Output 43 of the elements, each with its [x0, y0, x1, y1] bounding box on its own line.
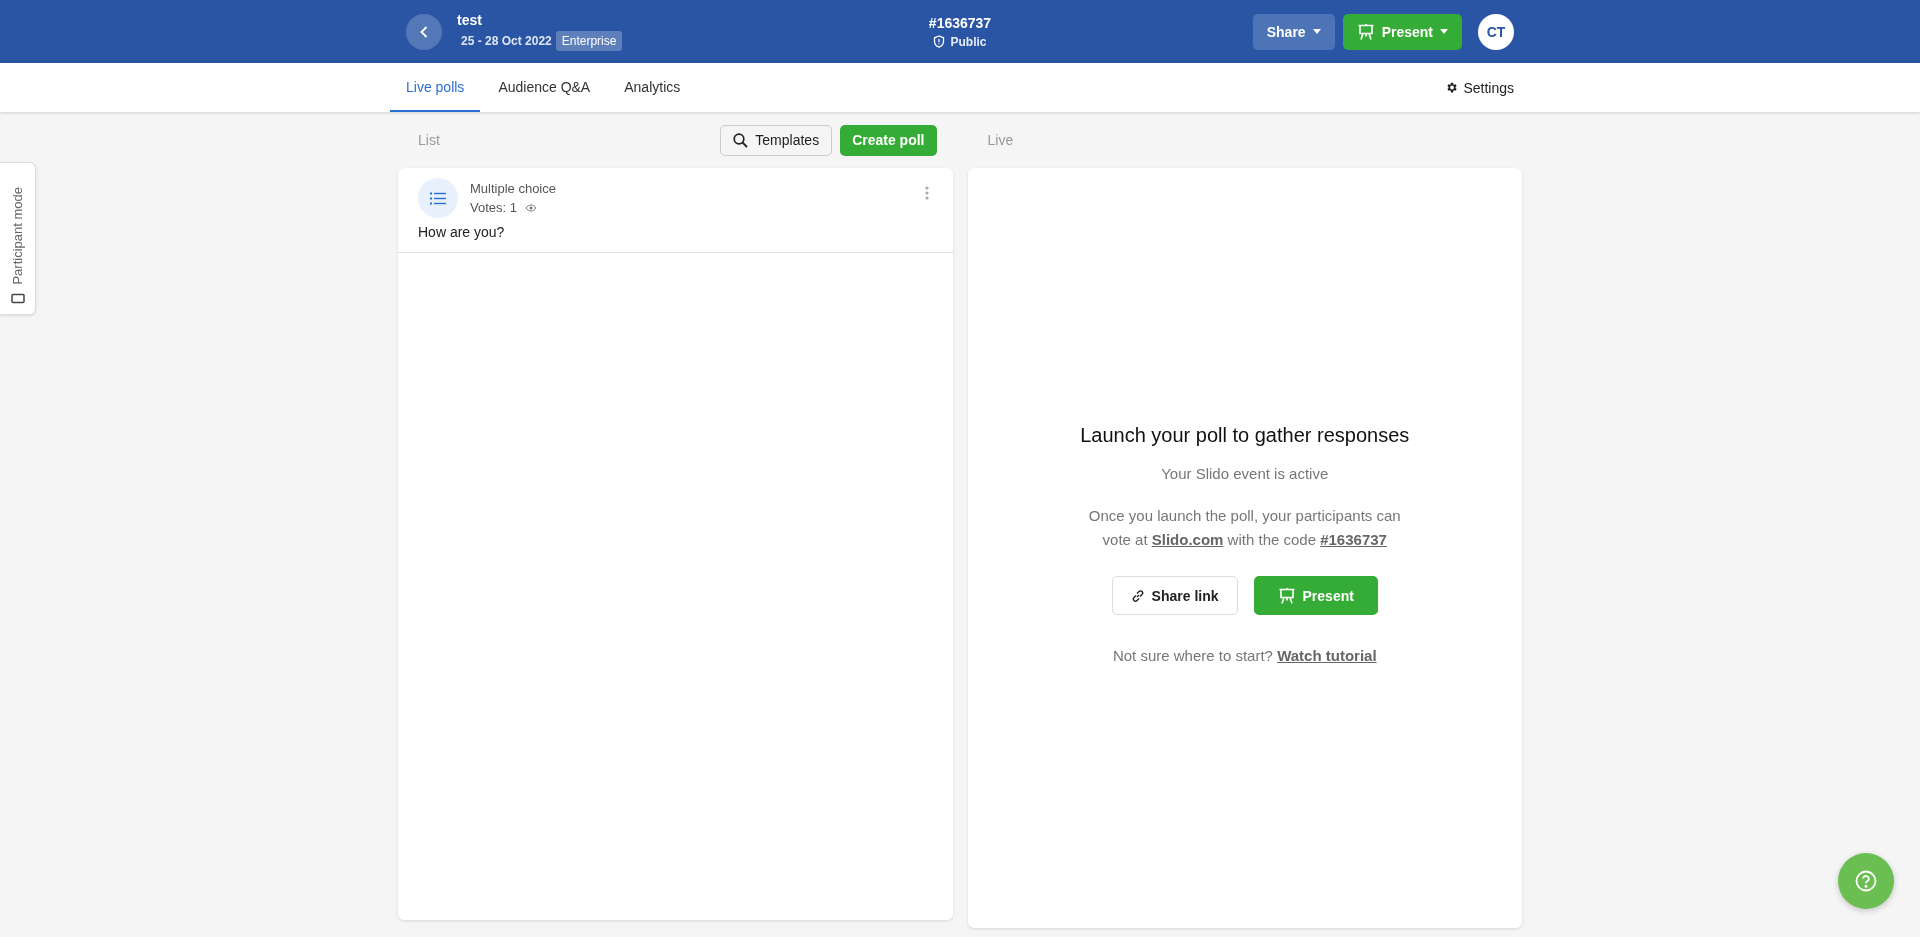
plan-badge: Enterprise [555, 31, 623, 51]
poll-question: How are you? [418, 224, 506, 240]
share-link-button[interactable]: Share link [1111, 576, 1238, 615]
event-status-text: Your Slido event is active [1161, 465, 1329, 482]
nav-tab[interactable]: Live polls [390, 63, 481, 112]
instructions-text: Once you launch the poll, your participants can vote at Slido.com with the code #1636737 [1087, 506, 1402, 550]
more-options-icon[interactable] [924, 186, 929, 200]
easel-icon [1356, 22, 1375, 41]
event-code: #1636737 [928, 14, 992, 31]
settings-icon [1445, 81, 1459, 94]
chevron-left-icon [420, 25, 428, 38]
link[interactable]: #1636737 [1320, 531, 1387, 548]
back-button[interactable] [406, 13, 442, 50]
tutorial-hint: Not sure where to start? Watch tutorial [1112, 647, 1377, 664]
shield-icon [933, 35, 946, 48]
search-icon [733, 132, 749, 148]
tablet-icon [10, 293, 25, 304]
help-icon [1855, 870, 1877, 892]
caret-icon [1312, 29, 1321, 34]
nav-tab[interactable]: Audience Q&A [482, 63, 607, 112]
live-heading: Live [987, 132, 1015, 148]
settings-button[interactable]: Settings [1445, 63, 1514, 112]
eye-icon [525, 203, 537, 212]
event-title: test [457, 12, 483, 28]
list-icon [418, 178, 458, 218]
easel-icon [1277, 586, 1296, 605]
empty-state-title: Launch your poll to gather responses [1080, 424, 1410, 447]
list-heading: List [418, 132, 441, 148]
caret-icon [1440, 29, 1448, 34]
participant-mode-toggle[interactable]: Participant mode [0, 162, 36, 315]
help-button[interactable] [1838, 853, 1894, 909]
templates-button[interactable]: Templates [720, 124, 833, 156]
vote-count: Votes: 1 [470, 200, 517, 215]
poll-item[interactable]: Multiple choice Votes: 1 How are you? [398, 168, 953, 253]
link-icon [1130, 588, 1145, 603]
event-dates: 25 - 28 Oct 2022 [461, 34, 552, 48]
watch-tutorial-link[interactable]: Watch tutorial [1277, 647, 1377, 664]
user-avatar[interactable]: CT [1478, 13, 1514, 50]
share-button[interactable]: Share [1252, 13, 1335, 50]
poll-type: Multiple choice [470, 181, 556, 196]
nav-tab[interactable]: Analytics [608, 63, 697, 112]
link[interactable]: Slido.com [1151, 531, 1224, 548]
privacy-label: Public [950, 34, 987, 49]
